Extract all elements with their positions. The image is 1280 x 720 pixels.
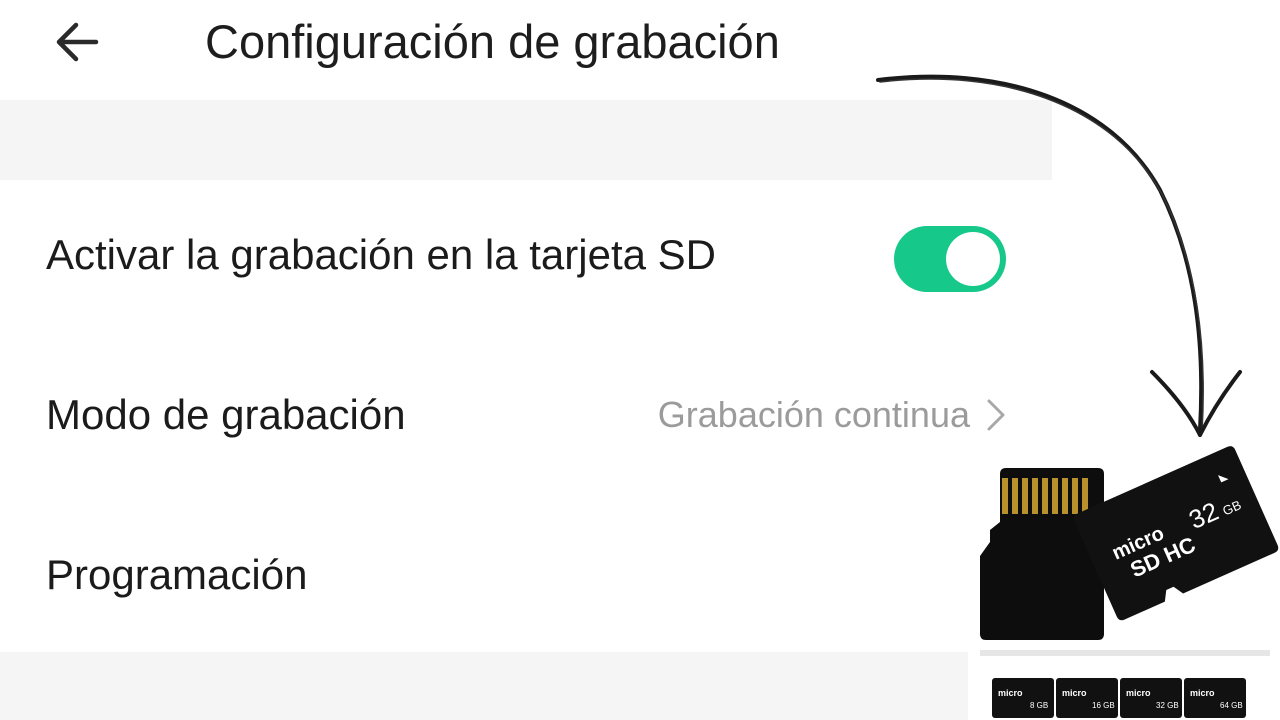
- svg-text:micro: micro: [998, 688, 1023, 698]
- micro-sd-card-icon: micro SD HC 32 GB: [980, 446, 1279, 656]
- settings-panel: Configuración de grabación Activar la gr…: [0, 0, 1052, 720]
- sd-recording-toggle[interactable]: [894, 226, 1006, 292]
- svg-text:16 GB: 16 GB: [1092, 701, 1115, 710]
- svg-text:8 GB: 8 GB: [1030, 701, 1048, 710]
- sd-thumb-16gb: micro 16 GB: [1056, 678, 1118, 718]
- toggle-knob: [946, 232, 1000, 286]
- sd-thumb-64gb: micro 64 GB: [1184, 678, 1246, 718]
- recording-mode-row[interactable]: Modo de grabación Grabación continua: [0, 340, 1052, 490]
- sd-thumb-32gb: micro 32 GB: [1120, 678, 1182, 718]
- svg-text:micro: micro: [1190, 688, 1215, 698]
- schedule-row[interactable]: Programación: [0, 500, 1052, 650]
- recording-mode-value: Grabación continua: [657, 394, 970, 435]
- svg-text:micro: micro: [1062, 688, 1087, 698]
- back-button[interactable]: [48, 14, 110, 70]
- app-header: Configuración de grabación: [0, 0, 1052, 100]
- arrow-left-icon: [56, 22, 99, 62]
- page-title: Configuración de grabación: [205, 15, 780, 68]
- section-divider: [0, 100, 1052, 180]
- schedule-label: Programación: [46, 551, 308, 598]
- chevron-right-icon: [987, 399, 1005, 431]
- svg-text:64 GB: 64 GB: [1220, 701, 1243, 710]
- svg-text:32 GB: 32 GB: [1156, 701, 1179, 710]
- svg-text:micro: micro: [1126, 688, 1151, 698]
- recording-mode-label: Modo de grabación: [46, 391, 406, 438]
- section-divider-bottom: [0, 652, 1052, 720]
- sd-recording-label: Activar la grabación en la tarjeta SD: [46, 231, 717, 278]
- sd-thumb-8gb: micro 8 GB: [992, 678, 1054, 718]
